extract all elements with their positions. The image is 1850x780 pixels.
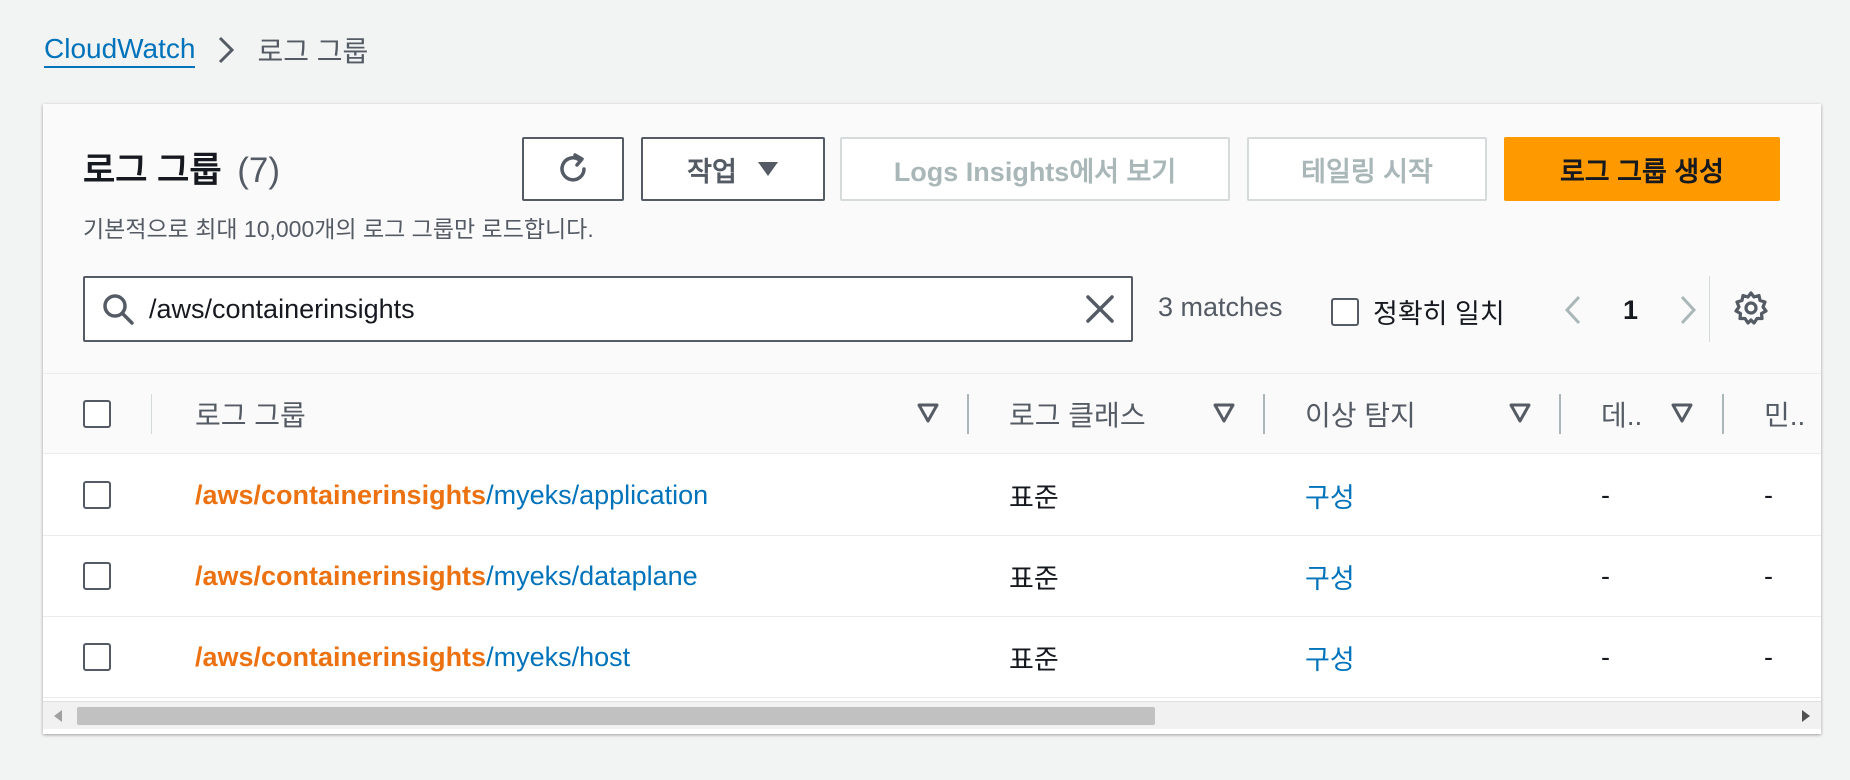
log-group-name-cell: /aws/containerinsights/myeks/dataplane — [195, 536, 698, 617]
match-count: 3 matches — [1158, 292, 1283, 322]
log-class-cell: 표준 — [1009, 564, 1059, 594]
sensitive-cell: - — [1764, 480, 1773, 510]
exact-match-label: 정확히 일치 — [1373, 299, 1505, 329]
page-title: 로그 그룹 (7) — [83, 142, 280, 193]
log-group-link[interactable]: /aws/containerinsights/myeks/dataplane — [195, 561, 698, 592]
table-row: /aws/containerinsights/myeks/dataplane 표… — [43, 536, 1821, 617]
log-groups-panel: 로그 그룹 (7) 기본적으로 최대 10,000개의 로그 그룹만 로드합니다… — [43, 104, 1821, 734]
search-icon — [101, 292, 135, 326]
page-title-text: 로그 그룹 — [83, 151, 222, 190]
actions-label: 작업 — [687, 156, 737, 187]
column-divider — [151, 394, 152, 434]
log-class-cell: 표준 — [1009, 645, 1059, 675]
exact-match-checkbox[interactable] — [1331, 297, 1359, 326]
sort-icon[interactable] — [1671, 402, 1693, 424]
log-group-name-cell: /aws/containerinsights/myeks/host — [195, 617, 630, 698]
page-number[interactable]: 1 — [1623, 295, 1638, 326]
refresh-button[interactable] — [522, 137, 624, 201]
table-row: /aws/containerinsights/myeks/application… — [43, 455, 1821, 536]
refresh-icon — [553, 149, 593, 189]
select-all-checkbox[interactable] — [83, 400, 111, 428]
sort-icon[interactable] — [1509, 402, 1531, 424]
chevron-left-icon[interactable] — [1553, 294, 1593, 326]
toolbar-divider — [1709, 276, 1710, 342]
start-tailing-button[interactable]: 테일링 시작 — [1247, 137, 1487, 201]
sort-icon[interactable] — [1213, 402, 1235, 424]
search-input[interactable] — [149, 293, 1049, 325]
log-group-link[interactable]: /aws/containerinsights/myeks/application — [195, 480, 708, 511]
log-class-cell: 표준 — [1009, 483, 1059, 513]
log-group-name-cell: /aws/containerinsights/myeks/application — [195, 455, 708, 536]
anomaly-configure-link[interactable]: 구성 — [1305, 455, 1355, 536]
column-header-anomaly-detection[interactable]: 이상 탐지 — [1305, 374, 1416, 454]
row-checkbox[interactable] — [83, 562, 111, 590]
pagination: 1 — [1553, 280, 1708, 340]
sensitive-cell: - — [1764, 642, 1773, 672]
column-resizer[interactable] — [1722, 394, 1724, 434]
horizontal-scrollbar[interactable] — [43, 701, 1821, 729]
actions-dropdown-button[interactable]: 작업 — [641, 137, 825, 201]
page-description: 기본적으로 최대 10,000개의 로그 그룹만 로드합니다. — [83, 216, 594, 242]
breadcrumb: CloudWatch 로그 그룹 — [44, 28, 368, 72]
panel-header: 로그 그룹 (7) 기본적으로 최대 10,000개의 로그 그룹만 로드합니다… — [43, 104, 1821, 374]
row-checkbox[interactable] — [83, 643, 111, 671]
column-header-data[interactable]: 데.. — [1601, 374, 1642, 454]
data-cell: - — [1601, 561, 1610, 591]
create-log-group-button[interactable]: 로그 그룹 생성 — [1504, 137, 1780, 201]
table-header: 로그 그룹 로그 클래스 이상 탐지 데.. 민.. — [43, 374, 1821, 454]
scroll-right-icon[interactable] — [1801, 709, 1811, 728]
chevron-right-icon[interactable] — [1668, 294, 1708, 326]
column-resizer[interactable] — [1263, 394, 1265, 434]
sort-icon[interactable] — [917, 402, 939, 424]
chevron-right-icon — [217, 35, 235, 65]
sensitive-cell: - — [1764, 561, 1773, 591]
scroll-left-icon[interactable] — [53, 709, 63, 728]
data-cell: - — [1601, 642, 1610, 672]
row-checkbox[interactable] — [83, 481, 111, 509]
column-header-log-class[interactable]: 로그 클래스 — [1009, 374, 1146, 454]
breadcrumb-cloudwatch-link[interactable]: CloudWatch — [44, 32, 196, 68]
column-header-sensitive[interactable]: 민.. — [1764, 374, 1805, 454]
caret-down-icon — [757, 161, 779, 177]
column-header-log-group[interactable]: 로그 그룹 — [195, 374, 306, 454]
view-in-logs-insights-button[interactable]: Logs Insights에서 보기 — [840, 137, 1230, 201]
column-resizer[interactable] — [1559, 394, 1561, 434]
search-box — [83, 276, 1133, 342]
anomaly-configure-link[interactable]: 구성 — [1305, 617, 1355, 698]
data-cell: - — [1601, 480, 1610, 510]
close-icon[interactable] — [1085, 294, 1115, 324]
log-group-link[interactable]: /aws/containerinsights/myeks/host — [195, 642, 630, 673]
gear-icon[interactable] — [1733, 290, 1769, 326]
exact-match-toggle[interactable]: 정확히 일치 — [1331, 292, 1505, 331]
table-row: /aws/containerinsights/myeks/host 표준 구성 … — [43, 617, 1821, 698]
anomaly-configure-link[interactable]: 구성 — [1305, 536, 1355, 617]
column-resizer[interactable] — [967, 394, 969, 434]
log-group-count: (7) — [237, 151, 281, 190]
breadcrumb-current: 로그 그룹 — [257, 36, 369, 67]
scrollbar-thumb[interactable] — [77, 707, 1155, 725]
